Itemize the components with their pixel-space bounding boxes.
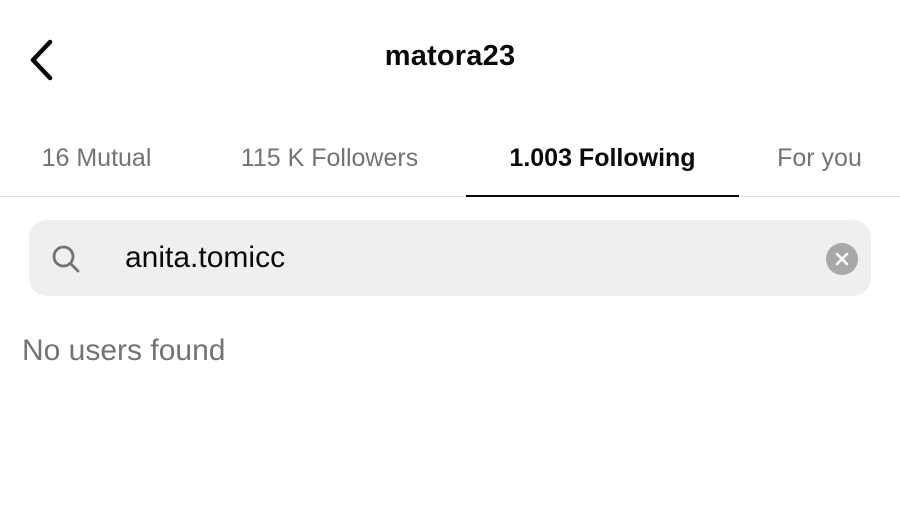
tab-mutual[interactable]: 16 Mutual bbox=[0, 120, 193, 196]
tab-followers[interactable]: 115 K Followers bbox=[193, 120, 466, 196]
page-title: matora23 bbox=[384, 40, 516, 72]
chevron-left-icon bbox=[30, 39, 53, 81]
following-screen: matora23 16 Mutual 115 K Followers 1.003… bbox=[0, 0, 900, 506]
tab-bar: 16 Mutual 115 K Followers 1.003 Followin… bbox=[0, 120, 900, 197]
back-button[interactable] bbox=[18, 32, 66, 88]
tab-following[interactable]: 1.003 Following bbox=[466, 120, 739, 196]
active-tab-indicator bbox=[466, 195, 739, 197]
clear-search-button[interactable] bbox=[826, 243, 858, 275]
no-results-message: No users found bbox=[22, 334, 226, 367]
search-input[interactable] bbox=[125, 238, 825, 278]
search-icon bbox=[52, 245, 80, 273]
search-bar[interactable] bbox=[29, 220, 871, 296]
tab-for-you[interactable]: For you bbox=[739, 120, 900, 196]
clear-icon bbox=[835, 252, 849, 266]
header: matora23 bbox=[0, 0, 900, 120]
